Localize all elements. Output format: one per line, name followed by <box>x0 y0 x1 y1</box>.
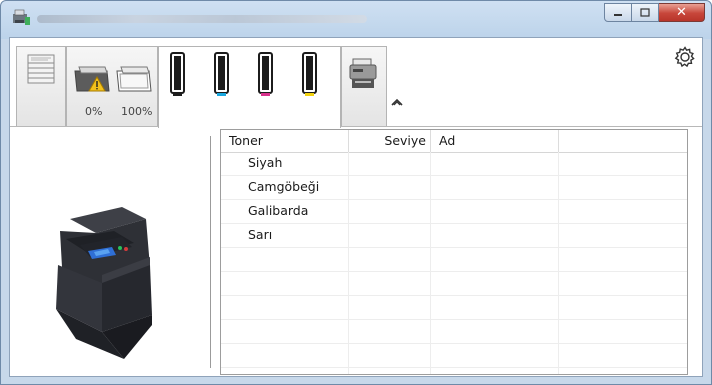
extra-cell <box>559 344 687 367</box>
level-cell <box>349 152 431 175</box>
extra-cell <box>559 224 687 247</box>
extra-cell <box>559 368 687 374</box>
table-row[interactable] <box>221 296 687 320</box>
table-row[interactable]: Camgöbeği <box>221 176 687 200</box>
level-cell <box>349 224 431 247</box>
extra-cell <box>559 296 687 319</box>
collapse-chevron-icon[interactable] <box>391 98 403 106</box>
paper-level-1: 100% <box>121 105 153 118</box>
extra-cell <box>559 248 687 271</box>
table-row[interactable] <box>221 272 687 296</box>
name-cell <box>431 248 559 271</box>
column-header-toner[interactable]: Toner <box>221 130 349 152</box>
maximize-icon <box>640 8 650 17</box>
name-cell <box>431 200 559 223</box>
level-cell <box>349 200 431 223</box>
level-cell <box>349 368 431 374</box>
app-printer-icon <box>13 9 30 25</box>
toner-name-cell <box>221 344 349 367</box>
table-row[interactable] <box>221 368 687 374</box>
extra-cell <box>559 200 687 223</box>
level-cell <box>349 176 431 199</box>
client-area: 0% 100% Toner Seviye Ad Siyah Camgöbeği … <box>9 37 703 377</box>
tab-toner[interactable] <box>158 46 341 128</box>
title-bar[interactable]: ✕ <box>1 1 712 35</box>
level-cell <box>349 320 431 343</box>
table-row[interactable]: Siyah <box>221 152 687 176</box>
table-row[interactable] <box>221 320 687 344</box>
app-window: ✕ 0% 100% Toner Seviye Ad Siyah Camgöbeğ… <box>0 0 712 385</box>
status-tabs: 0% 100% <box>10 38 702 128</box>
name-cell <box>431 176 559 199</box>
paper-tray-icon <box>116 66 152 92</box>
name-cell <box>431 344 559 367</box>
level-cell <box>349 248 431 271</box>
paper-level-0: 0% <box>85 105 103 118</box>
table-row[interactable] <box>221 248 687 272</box>
extra-cell <box>559 176 687 199</box>
maximize-button[interactable] <box>632 3 659 22</box>
toner-name-cell <box>221 320 349 343</box>
close-button[interactable]: ✕ <box>659 3 705 22</box>
toner-name-cell: Camgöbeği <box>221 176 349 199</box>
name-cell <box>431 224 559 247</box>
name-cell <box>431 296 559 319</box>
toner-name-cell: Sarı <box>221 224 349 247</box>
column-header-extra[interactable] <box>559 130 687 152</box>
toner-name-cell: Siyah <box>221 152 349 175</box>
name-cell <box>431 152 559 175</box>
tab-pages[interactable] <box>16 46 66 126</box>
minimize-icon <box>614 13 622 16</box>
toner-name-cell <box>221 368 349 374</box>
name-cell <box>431 320 559 343</box>
window-title <box>37 15 367 23</box>
table-row[interactable] <box>221 344 687 368</box>
extra-cell <box>559 152 687 175</box>
close-icon: ✕ <box>676 5 687 20</box>
toner-name-cell <box>221 272 349 295</box>
extra-cell <box>559 272 687 295</box>
toner-table: Toner Seviye Ad Siyah Camgöbeği Galibard… <box>220 129 688 375</box>
printer-image <box>10 127 210 377</box>
extra-cell <box>559 320 687 343</box>
column-header-name[interactable]: Ad <box>431 130 559 152</box>
minimize-button[interactable] <box>604 3 632 22</box>
level-cell <box>349 344 431 367</box>
table-header: Toner Seviye Ad <box>221 130 687 153</box>
toner-cartridge-icon <box>170 52 317 96</box>
toner-name-cell <box>221 248 349 271</box>
column-header-level[interactable]: Seviye <box>349 130 431 152</box>
settings-gear-icon[interactable] <box>674 46 696 68</box>
tab-paper[interactable]: 0% 100% <box>66 46 158 126</box>
level-cell <box>349 272 431 295</box>
device-icon <box>349 58 377 88</box>
toner-name-cell <box>221 296 349 319</box>
table-row[interactable]: Galibarda <box>221 200 687 224</box>
paper-tray-warning-icon <box>74 66 110 92</box>
level-cell <box>349 296 431 319</box>
tab-device[interactable] <box>341 46 387 126</box>
name-cell <box>431 368 559 374</box>
panel-divider[interactable] <box>210 136 211 368</box>
toner-name-cell: Galibarda <box>221 200 349 223</box>
table-row[interactable]: Sarı <box>221 224 687 248</box>
name-cell <box>431 272 559 295</box>
table-body: Siyah Camgöbeği Galibarda Sarı <box>221 152 687 374</box>
printer-illustration <box>56 207 152 359</box>
